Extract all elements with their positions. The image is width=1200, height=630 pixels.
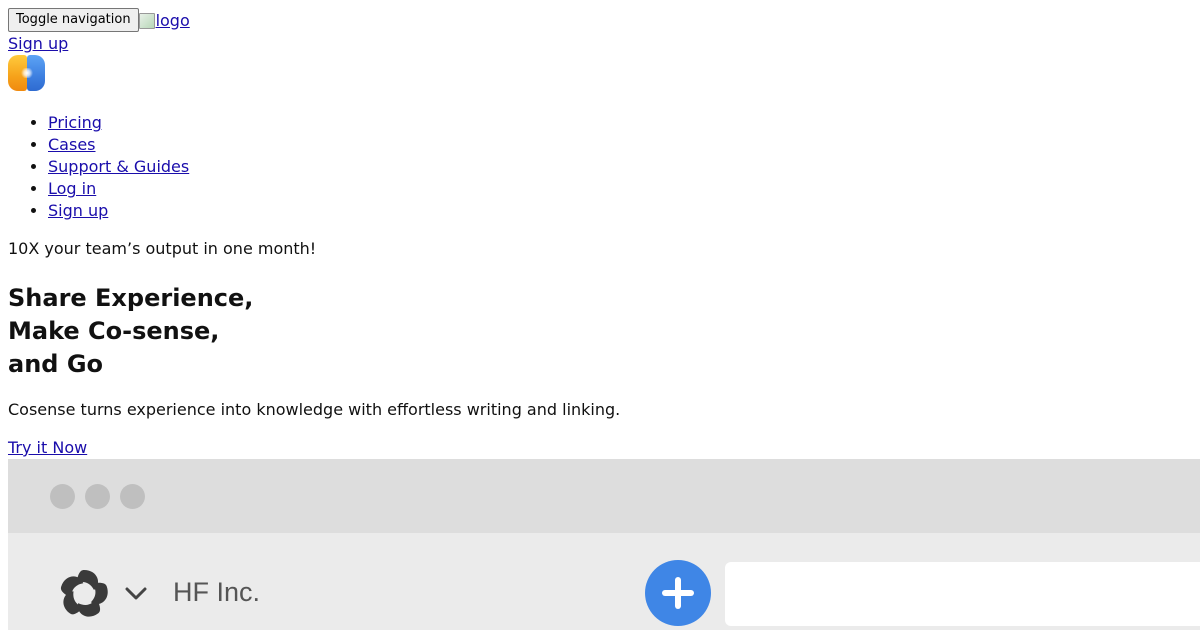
hero-title-line-2: Make Co-sense, xyxy=(8,317,220,345)
logo-alt-text: logo xyxy=(155,10,190,30)
nav-link-signup[interactable]: Sign up xyxy=(48,201,108,220)
app-preview-mockup: HF Inc. xyxy=(8,459,1200,630)
nav-link-cases[interactable]: Cases xyxy=(48,135,96,154)
hero-title: Share Experience, Make Co-sense, and Go xyxy=(8,282,253,381)
header-signup-link[interactable]: Sign up xyxy=(8,34,68,53)
window-dot-1 xyxy=(50,484,75,509)
try-it-now-link[interactable]: Try it Now xyxy=(8,438,87,458)
hero-title-line-3: and Go xyxy=(8,350,104,378)
mock-search-box xyxy=(725,562,1200,626)
chevron-down-icon xyxy=(125,587,147,600)
hero-description: Cosense turns experience into knowledge … xyxy=(8,400,621,419)
hero-tagline: 10X your team’s output in one month! xyxy=(8,239,317,258)
nav-link-support[interactable]: Support & Guides xyxy=(48,157,189,176)
nav-item-signup: Sign up xyxy=(48,200,189,222)
top-bar: Toggle navigation logo xyxy=(8,8,190,32)
nav-link-login[interactable]: Log in xyxy=(48,179,96,198)
broken-image-icon xyxy=(138,13,155,29)
cosense-logo-icon[interactable] xyxy=(8,55,45,91)
nav-link-pricing[interactable]: Pricing xyxy=(48,113,102,132)
hero-title-line-1: Share Experience, xyxy=(8,284,254,312)
logo-link[interactable]: logo xyxy=(138,8,190,32)
mock-window-titlebar xyxy=(8,459,1200,533)
mock-org-name: HF Inc. xyxy=(173,577,261,607)
nav-item-login: Log in xyxy=(48,178,189,200)
plus-vertical-bar xyxy=(675,577,681,609)
window-dot-2 xyxy=(85,484,110,509)
nav-menu: Pricing Cases Support & Guides Log in Si… xyxy=(8,112,189,222)
window-dot-3 xyxy=(120,484,145,509)
nav-item-support: Support & Guides xyxy=(48,156,189,178)
nav-item-pricing: Pricing xyxy=(48,112,189,134)
logo-spark xyxy=(20,68,34,78)
plus-icon xyxy=(645,560,711,626)
nav-item-cases: Cases xyxy=(48,134,189,156)
toggle-navigation-button[interactable]: Toggle navigation xyxy=(8,8,139,32)
helix-logo-icon xyxy=(60,570,108,617)
